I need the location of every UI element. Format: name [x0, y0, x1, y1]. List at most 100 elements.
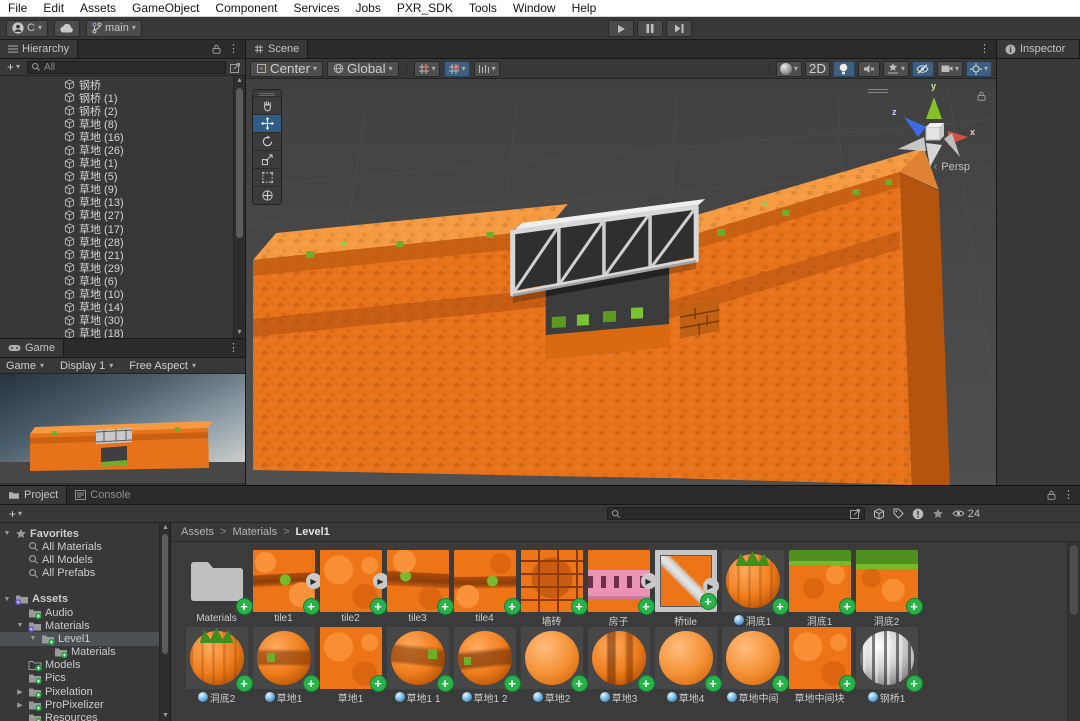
asset-card-7[interactable]: ▶+桥tile: [652, 550, 719, 627]
hierarchy-item[interactable]: 钢桥 (1): [0, 91, 245, 104]
tree-item[interactable]: All Materials: [0, 540, 170, 553]
play-button[interactable]: [608, 20, 634, 37]
camera-settings-dropdown[interactable]: ▾: [937, 61, 963, 77]
menu-pxr-sdk[interactable]: PXR_SDK: [389, 0, 461, 16]
hierarchy-item[interactable]: 钢桥 (2): [0, 104, 245, 117]
audio-toggle-button[interactable]: [858, 61, 880, 77]
chevron-open-icon[interactable]: ▼: [2, 596, 12, 603]
tree-item[interactable]: All Prefabs: [0, 567, 170, 580]
aspect-dropdown[interactable]: Free Aspect▾: [129, 360, 196, 372]
cloud-button[interactable]: [54, 20, 80, 37]
lighting-toggle-button[interactable]: [833, 61, 855, 77]
kebab-menu-icon[interactable]: ⋮: [1063, 490, 1074, 501]
asset-card-8[interactable]: +洞底1: [719, 550, 786, 627]
tab-console[interactable]: Console: [67, 486, 138, 504]
tab-hierarchy[interactable]: Hierarchy: [0, 40, 78, 58]
axis-x-label[interactable]: x: [970, 127, 975, 137]
breadcrumb-root[interactable]: Assets: [181, 526, 214, 538]
asset-card-12[interactable]: +草地1: [250, 627, 317, 704]
tree-item[interactable]: Models: [0, 659, 170, 672]
menu-tools[interactable]: Tools: [461, 0, 505, 16]
snap-settings-button[interactable]: ▾: [444, 61, 470, 77]
pause-button[interactable]: [637, 20, 663, 37]
step-button[interactable]: [666, 20, 692, 37]
menu-window[interactable]: Window: [505, 0, 564, 16]
tree-item[interactable]: Resources: [0, 711, 170, 721]
hierarchy-scrollbar[interactable]: ▲ ▼: [233, 76, 245, 338]
chevron-open-icon[interactable]: ▼: [2, 530, 12, 537]
asset-card-11[interactable]: +洞底2: [183, 627, 250, 704]
asset-card-9[interactable]: +洞底1: [786, 550, 853, 627]
display-dropdown[interactable]: Display 1▾: [60, 360, 113, 372]
gizmo-drag-handle[interactable]: [868, 89, 888, 93]
asset-card-21[interactable]: +钢桥1: [853, 627, 920, 704]
hierarchy-search[interactable]: [27, 61, 226, 74]
game-target-dropdown[interactable]: Game▾: [6, 360, 44, 372]
kebab-menu-icon[interactable]: ⋮: [228, 343, 239, 354]
snap-increment-button[interactable]: ▾: [474, 61, 500, 77]
hierarchy-item[interactable]: 钢桥: [0, 78, 245, 91]
effects-dropdown[interactable]: ▾: [883, 61, 909, 77]
chevron-closed-icon[interactable]: ▶: [15, 701, 25, 709]
account-button[interactable]: C ▾: [6, 20, 48, 37]
transform-tool-button[interactable]: [253, 186, 281, 204]
menu-help[interactable]: Help: [564, 0, 605, 16]
tab-game[interactable]: Game: [0, 339, 64, 357]
asset-card-20[interactable]: +草地中间块: [786, 627, 853, 704]
scroll-up-icon[interactable]: ▲: [236, 77, 243, 85]
asset-card-18[interactable]: +草地4: [652, 627, 719, 704]
tree-item[interactable]: ▼Materials: [0, 619, 170, 632]
asset-card-5[interactable]: +墙砖: [518, 550, 585, 627]
project-content-scrollbar[interactable]: [1067, 542, 1080, 721]
projection-label[interactable]: ‹ Persp: [934, 161, 970, 173]
rect-tool-button[interactable]: [253, 168, 281, 186]
tool-handle-position-dropdown[interactable]: Center▾: [250, 61, 323, 77]
tree-item[interactable]: Pics: [0, 672, 170, 685]
asset-card-14[interactable]: +草地1 1: [384, 627, 451, 704]
favorites-filter-button[interactable]: [932, 508, 944, 520]
tab-scene[interactable]: Scene: [246, 40, 308, 58]
tree-item[interactable]: All Models: [0, 553, 170, 566]
asset-card-4[interactable]: +tile4: [451, 550, 518, 627]
chevron-closed-icon[interactable]: ▶: [15, 688, 25, 696]
asset-card-15[interactable]: +草地1 2: [451, 627, 518, 704]
hierarchy-item[interactable]: 草地 (1): [0, 157, 245, 170]
scene-viewport[interactable]: y x z ‹ Persp: [246, 79, 996, 485]
hand-tool-button[interactable]: [253, 96, 281, 114]
asset-card-3[interactable]: +tile3: [384, 550, 451, 627]
asset-card-0[interactable]: +Materials: [183, 550, 250, 627]
project-tree-scrollbar[interactable]: ▲ ▼: [159, 523, 170, 721]
tree-item[interactable]: ▶Pixelation: [0, 685, 170, 698]
menu-assets[interactable]: Assets: [72, 0, 124, 16]
asset-card-1[interactable]: ▶+tile1: [250, 550, 317, 627]
tree-item[interactable]: Audio: [0, 606, 170, 619]
lock-icon[interactable]: [212, 44, 221, 54]
menu-file[interactable]: File: [0, 0, 35, 16]
tree-item[interactable]: ▼Favorites: [0, 527, 170, 540]
tree-item[interactable]: Materials: [0, 646, 170, 659]
project-search[interactable]: [607, 507, 865, 520]
scroll-down-icon[interactable]: ▼: [236, 329, 243, 337]
hierarchy-search-input[interactable]: [44, 62, 222, 73]
create-asset-button[interactable]: +▾: [6, 507, 25, 521]
asset-card-6[interactable]: ▶+房子: [585, 550, 652, 627]
axis-z-label[interactable]: z: [892, 107, 897, 117]
asset-card-2[interactable]: ▶+tile2: [317, 550, 384, 627]
kebab-menu-icon[interactable]: ⋮: [228, 44, 239, 55]
hierarchy-item[interactable]: 草地 (29): [0, 261, 245, 274]
breadcrumb-middle[interactable]: Materials: [232, 526, 277, 538]
scene-visibility-button[interactable]: [912, 61, 934, 77]
add-object-button[interactable]: +▾: [4, 60, 23, 74]
kebab-menu-icon[interactable]: ⋮: [979, 44, 990, 55]
chevron-open-icon[interactable]: ▼: [28, 635, 38, 642]
asset-card-19[interactable]: +草地中间: [719, 627, 786, 704]
hidden-count-indicator[interactable]: 24: [952, 508, 980, 520]
tree-item[interactable]: ▼Level1: [0, 632, 170, 645]
version-control-branch-button[interactable]: main ▾: [86, 20, 142, 37]
search-window-icon[interactable]: [230, 62, 241, 73]
tree-item[interactable]: ▼Assets: [0, 593, 170, 606]
asset-card-13[interactable]: +草地1: [317, 627, 384, 704]
2d-toggle-button[interactable]: 2D: [805, 61, 830, 77]
hierarchy-item[interactable]: 草地 (26): [0, 143, 245, 156]
menu-gameobject[interactable]: GameObject: [124, 0, 207, 16]
